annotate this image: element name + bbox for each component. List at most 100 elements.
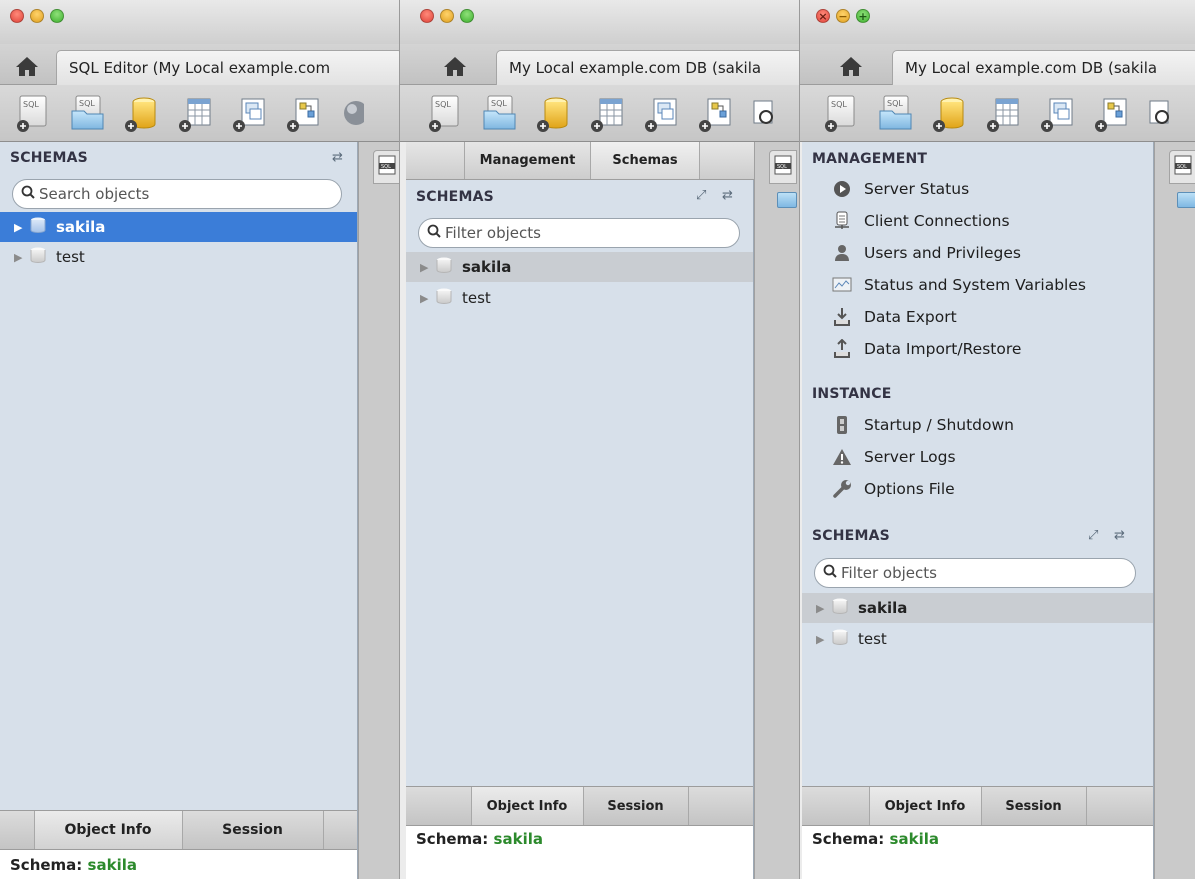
expand-triangle-icon[interactable]: ▶ xyxy=(420,292,430,305)
connection-tab[interactable]: My Local example.com DB (sakila xyxy=(892,50,1195,85)
zoom-button[interactable] xyxy=(50,9,64,23)
search-input[interactable]: Search objects xyxy=(12,179,342,209)
tab-object-info[interactable]: Object Info xyxy=(868,787,981,825)
minimize-button[interactable] xyxy=(440,9,454,23)
close-button[interactable]: × xyxy=(816,9,830,23)
close-button[interactable] xyxy=(420,9,434,23)
new-sql-tab-icon[interactable]: SQL xyxy=(14,93,54,133)
startup-shutdown-item[interactable]: Startup / Shutdown xyxy=(832,415,1014,435)
tab-object-info[interactable]: Object Info xyxy=(470,787,583,825)
zoom-button[interactable]: + xyxy=(856,9,870,23)
schema-info-label: Schema: xyxy=(812,830,885,848)
options-file-item[interactable]: Options File xyxy=(832,479,955,499)
new-routine-icon[interactable] xyxy=(1092,93,1132,133)
schema-info-value: sakila xyxy=(889,830,939,848)
home-icon[interactable] xyxy=(438,52,472,80)
refresh-icon[interactable]: ⇄ xyxy=(1114,528,1125,543)
sql-file-tab-icon[interactable]: SQL xyxy=(769,150,797,184)
database-icon xyxy=(832,597,848,619)
minimize-button[interactable] xyxy=(30,9,44,23)
tab-schemas[interactable]: Schemas xyxy=(590,142,700,179)
svg-text:SQL: SQL xyxy=(435,100,451,109)
sql-editor-tab[interactable]: SQL Editor (My Local example.com xyxy=(56,50,399,85)
svg-text:SQL: SQL xyxy=(1177,164,1187,170)
filter-input[interactable]: Filter objects xyxy=(814,558,1136,588)
search-icon xyxy=(427,224,441,242)
tab-object-info[interactable]: Object Info xyxy=(33,811,182,849)
expand-collapse-icon[interactable]: ⤢ xyxy=(696,188,706,203)
data-export-icon xyxy=(832,307,852,327)
server-status-item[interactable]: Server Status xyxy=(832,179,969,199)
tab-bar: My Local example.com DB (sakila xyxy=(400,44,799,85)
expand-triangle-icon[interactable]: ▶ xyxy=(816,633,826,646)
minimize-button[interactable]: − xyxy=(836,9,850,23)
zoom-button[interactable] xyxy=(460,9,474,23)
new-view-icon[interactable] xyxy=(642,93,682,133)
new-table-icon[interactable] xyxy=(176,93,216,133)
sql-file-tab-icon[interactable]: SQL xyxy=(1169,150,1195,184)
svg-text:SQL: SQL xyxy=(491,99,507,108)
schema-row[interactable]: ▶ test xyxy=(0,242,357,272)
new-schema-icon[interactable] xyxy=(122,93,162,133)
open-sql-script-icon[interactable]: SQL xyxy=(68,93,108,133)
new-schema-icon[interactable] xyxy=(930,93,970,133)
database-icon xyxy=(436,287,452,309)
search-table-data-icon[interactable] xyxy=(750,93,773,133)
client-connections-item[interactable]: Client Connections xyxy=(832,211,1010,231)
server-logs-item[interactable]: Server Logs xyxy=(832,447,956,467)
tab-bar: SQL Editor (My Local example.com xyxy=(0,44,399,85)
data-import-restore-item[interactable]: Data Import/Restore xyxy=(832,339,1021,359)
svg-text:SQL: SQL xyxy=(777,164,787,170)
new-table-icon[interactable] xyxy=(984,93,1024,133)
reconnect-icon[interactable] xyxy=(338,93,368,133)
new-routine-icon[interactable] xyxy=(284,93,324,133)
new-view-icon[interactable] xyxy=(1038,93,1078,133)
expand-collapse-icon[interactable]: ⤢ xyxy=(1088,528,1098,543)
new-schema-icon[interactable] xyxy=(534,93,574,133)
new-sql-tab-icon[interactable]: SQL xyxy=(822,93,862,133)
tab-management[interactable]: Management xyxy=(464,142,590,179)
svg-text:SQL: SQL xyxy=(23,100,39,109)
status-and-system-variables-item[interactable]: Status and System Variables xyxy=(832,275,1086,295)
tab-session[interactable]: Session xyxy=(980,787,1087,825)
new-sql-tab-icon[interactable]: SQL xyxy=(426,93,466,133)
toolbar: SQL SQL xyxy=(400,85,799,142)
schema-name: sakila xyxy=(462,258,512,276)
home-icon[interactable] xyxy=(10,52,44,80)
workbench-window-1: SQL Editor (My Local example.com SQL SQL… xyxy=(0,0,400,879)
new-routine-icon[interactable] xyxy=(696,93,736,133)
filter-placeholder: Filter objects xyxy=(841,564,937,582)
schemas-header: SCHEMAS xyxy=(812,528,890,544)
tab-session[interactable]: Session xyxy=(181,811,324,849)
close-button[interactable] xyxy=(10,9,24,23)
refresh-icon[interactable]: ⇄ xyxy=(722,188,733,203)
schema-row[interactable]: ▶ sakila xyxy=(0,212,357,242)
bottom-tabs: Object Info Session xyxy=(802,786,1153,826)
users-and-privileges-item[interactable]: Users and Privileges xyxy=(832,243,1021,263)
schema-row[interactable]: ▶ test xyxy=(802,624,1153,654)
navigator-sidebar: SCHEMAS ⇄ Search objects ▶ sakila ▶ test… xyxy=(0,142,358,879)
search-table-data-icon[interactable] xyxy=(1146,93,1169,133)
connection-tab[interactable]: My Local example.com DB (sakila xyxy=(496,50,799,85)
schema-row[interactable]: ▶ sakila xyxy=(802,593,1153,623)
new-table-icon[interactable] xyxy=(588,93,628,133)
navigator-sidebar: MANAGEMENT Server Status Client Connecti… xyxy=(802,142,1154,879)
data-export-item[interactable]: Data Export xyxy=(832,307,957,327)
expand-triangle-icon[interactable]: ▶ xyxy=(14,221,24,234)
schema-row[interactable]: ▶ sakila xyxy=(406,252,753,282)
schema-row[interactable]: ▶ test xyxy=(406,283,753,313)
new-view-icon[interactable] xyxy=(230,93,270,133)
schemas-panel: SCHEMAS ⤢ ⇄ Filter objects ▶ sakila ▶ te… xyxy=(406,180,754,879)
sql-file-tab-icon[interactable]: SQL xyxy=(373,150,399,184)
object-info-panel: Schema: sakila xyxy=(0,850,357,879)
open-sql-script-icon[interactable]: SQL xyxy=(876,93,916,133)
home-icon[interactable] xyxy=(834,52,868,80)
expand-triangle-icon[interactable]: ▶ xyxy=(420,261,430,274)
tab-session[interactable]: Session xyxy=(582,787,689,825)
expand-triangle-icon[interactable]: ▶ xyxy=(816,602,826,615)
open-sql-script-icon[interactable]: SQL xyxy=(480,93,520,133)
expand-triangle-icon[interactable]: ▶ xyxy=(14,251,24,264)
object-info-panel: Schema: sakila xyxy=(406,826,753,879)
refresh-icon[interactable]: ⇄ xyxy=(332,150,343,165)
filter-input[interactable]: Filter objects xyxy=(418,218,740,248)
